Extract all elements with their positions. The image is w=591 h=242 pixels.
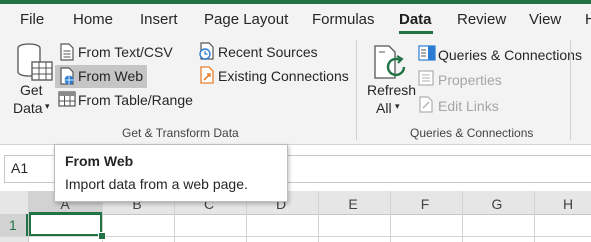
- tab-view[interactable]: View: [529, 11, 561, 28]
- column-header-g[interactable]: G: [487, 196, 507, 212]
- from-table-range-button[interactable]: From Table/Range: [78, 92, 193, 108]
- refresh-label-1: Refresh: [367, 82, 417, 98]
- tooltip-title: From Web: [65, 153, 134, 169]
- properties-button[interactable]: Properties: [438, 72, 502, 88]
- tooltip-description: Import data from a web page.: [65, 176, 248, 192]
- queries-group-label: Queries & Connections: [410, 126, 534, 140]
- properties-icon: [418, 70, 434, 86]
- existing-connections-icon: [200, 66, 214, 84]
- column-gridline: [390, 191, 391, 242]
- edit-links-icon: [419, 96, 433, 113]
- name-box-value: A1: [11, 160, 29, 176]
- column-header-f[interactable]: F: [415, 196, 435, 212]
- existing-connections-button[interactable]: Existing Connections: [218, 68, 349, 84]
- get-transform-group-label: Get & Transform Data: [122, 126, 239, 140]
- chevron-down-icon: ▾: [45, 101, 50, 111]
- column-header-h[interactable]: H: [558, 196, 578, 212]
- from-web-tooltip: From Web Import data from a web page.: [54, 144, 288, 202]
- row-header-1[interactable]: 1: [9, 217, 17, 233]
- database-icon: [17, 43, 53, 81]
- tab-review[interactable]: Review: [457, 11, 506, 28]
- tab-insert[interactable]: Insert: [140, 11, 178, 28]
- column-gridline: [318, 191, 319, 242]
- ribbon-tab-bar: File Home Insert Page Layout Formulas Da…: [0, 4, 591, 34]
- column-gridline: [534, 191, 535, 242]
- tab-formulas[interactable]: Formulas: [312, 11, 375, 28]
- column-header-e[interactable]: E: [343, 196, 363, 212]
- recent-sources-button[interactable]: Recent Sources: [218, 44, 318, 60]
- recent-sources-icon: [199, 42, 214, 60]
- tab-data[interactable]: Data: [399, 11, 432, 28]
- from-web-label: From Web: [78, 68, 144, 84]
- text-file-icon: [60, 43, 74, 61]
- chevron-down-icon: ▾: [395, 101, 400, 111]
- from-text-csv-button[interactable]: From Text/CSV: [78, 44, 173, 60]
- group-separator: [356, 40, 357, 140]
- column-gridline: [462, 191, 463, 242]
- tab-help[interactable]: H: [585, 11, 591, 28]
- get-data-label-1: Get: [20, 82, 43, 98]
- refresh-icon: [374, 45, 406, 79]
- row-gridline: [0, 236, 591, 237]
- refresh-label-2: All: [376, 100, 392, 116]
- fill-handle[interactable]: [98, 232, 106, 240]
- tab-file[interactable]: File: [20, 11, 44, 28]
- tab-page-layout[interactable]: Page Layout: [204, 11, 288, 28]
- tab-home[interactable]: Home: [73, 11, 113, 28]
- active-cell-a1[interactable]: [29, 213, 102, 236]
- web-page-icon: [60, 67, 74, 85]
- queries-connections-button[interactable]: Queries & Connections: [438, 47, 582, 63]
- queries-pane-icon: [418, 45, 436, 61]
- group-separator: [570, 40, 571, 140]
- table-icon: [58, 91, 76, 107]
- get-data-label-2: Data: [13, 100, 43, 116]
- edit-links-button[interactable]: Edit Links: [438, 98, 499, 114]
